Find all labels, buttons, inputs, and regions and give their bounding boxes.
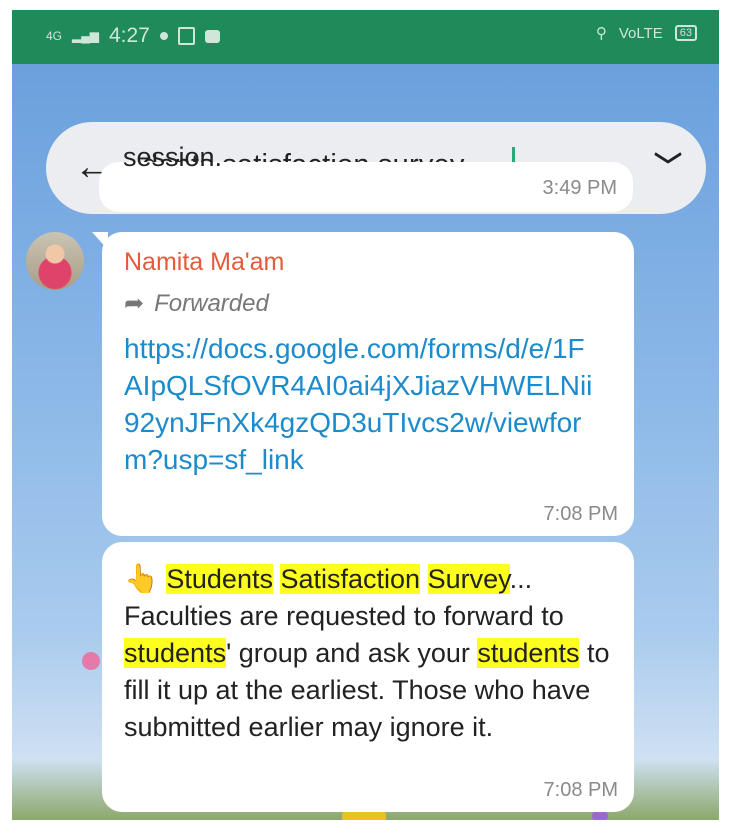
forward-arrow-icon: ➦ — [124, 290, 145, 317]
battery-icon: 63 — [674, 25, 697, 41]
forwarded-text: Forwarded — [154, 289, 269, 317]
forwarded-label: ➦ Forwarded — [124, 289, 269, 318]
search-highlight: Survey — [427, 564, 510, 594]
message-text-part: ... — [509, 564, 533, 594]
search-highlight: Satisfaction — [280, 564, 421, 594]
chat-wallpaper: ← dents satisfaction survey ︿ ﹀ session.… — [12, 64, 719, 820]
chevron-down-icon[interactable]: ﹀ — [648, 144, 688, 190]
location-icon: ⚲ — [595, 25, 607, 42]
message-bubble[interactable]: session. 3:49 PM — [99, 142, 633, 212]
search-highlight: students — [477, 638, 580, 668]
network-indicator: 4G — [46, 29, 63, 43]
video-icon — [204, 29, 220, 43]
search-highlight: Students — [166, 564, 273, 594]
search-highlight: students — [124, 638, 227, 668]
message-text: session. — [123, 142, 223, 172]
volte-indicator: VoLTE — [618, 24, 663, 42]
status-time: 4:27 — [108, 24, 150, 47]
status-bar: 4G ▂▄▆ 4:27 ⚲ VoLTE 63 — [12, 10, 719, 64]
message-text-part: ' group and ask your — [226, 638, 478, 668]
message-time: 7:08 PM — [543, 503, 618, 525]
message-text-part: Faculties are requested to forward to — [124, 601, 564, 631]
sender-name[interactable]: Namita Ma'am — [124, 248, 284, 277]
screenshot-icon — [177, 27, 195, 45]
avatar[interactable] — [26, 232, 84, 290]
message-time: 7:08 PM — [543, 779, 618, 801]
chat-screen: 4G ▂▄▆ 4:27 ⚲ VoLTE 63 ← dents satisfact… — [12, 10, 719, 820]
signal-icon: ▂▄▆ — [72, 29, 99, 43]
notification-dot-icon — [159, 32, 168, 40]
message-time: 3:49 PM — [542, 177, 617, 199]
pointing-hand-icon: 👆 — [124, 563, 159, 594]
wallpaper-flower — [82, 652, 100, 670]
message-text: 👆 Students Satisfaction Survey... Facult… — [124, 560, 624, 746]
message-bubble[interactable]: 👆 Students Satisfaction Survey... Facult… — [102, 542, 634, 812]
message-bubble[interactable]: Namita Ma'am ➦ Forwarded https://docs.go… — [102, 232, 634, 536]
message-link[interactable]: https://docs.google.com/forms/d/e/1FAIpQ… — [124, 330, 594, 478]
